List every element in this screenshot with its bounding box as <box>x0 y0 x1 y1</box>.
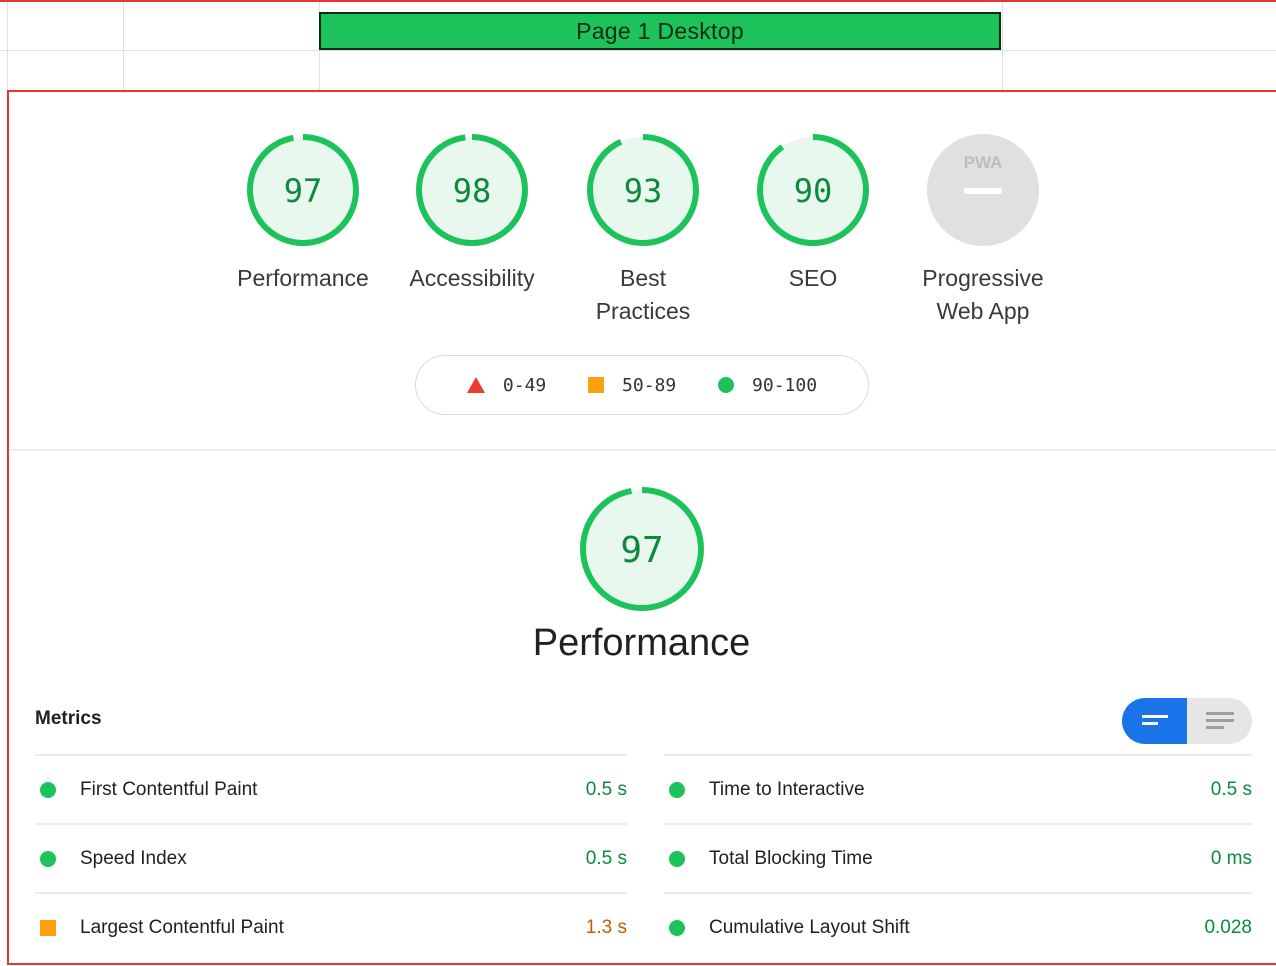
lines-icon <box>1205 712 1234 729</box>
lighthouse-report: 97 Performance 98 Accessibility 93 Best … <box>7 90 1276 965</box>
metric-row: Largest Contentful Paint 1.3 s <box>35 892 627 961</box>
metrics-view-toggle[interactable] <box>1122 698 1252 744</box>
metric-name: Largest Contentful Paint <box>80 916 284 938</box>
metric-value: 0 ms <box>1210 847 1252 869</box>
gauge-score: 90 <box>794 172 833 210</box>
gauge-score: 97 <box>284 172 323 210</box>
score-legend: 0-49 50-89 90-100 <box>415 355 869 415</box>
legend-item-average: 50-89 <box>588 375 676 396</box>
metric-value: 0.5 s <box>1210 778 1252 800</box>
metric-name: Time to Interactive <box>709 778 865 800</box>
circle-icon <box>669 781 685 798</box>
metric-value: 0.5 s <box>585 847 627 869</box>
metrics-column-right: Time to Interactive 0.5 s Total Blocking… <box>664 754 1252 961</box>
performance-score: 97 <box>620 530 663 571</box>
metric-name: Cumulative Layout Shift <box>709 916 910 938</box>
sheet-header-title: Page 1 Desktop <box>576 17 744 44</box>
performance-title: Performance <box>532 622 751 664</box>
circle-icon <box>669 850 685 867</box>
score-ring: 93 <box>587 134 699 246</box>
gauge-accessibility[interactable]: 98 Accessibility <box>392 132 552 295</box>
square-icon <box>588 377 605 393</box>
metric-name: Speed Index <box>80 847 187 869</box>
short-lines-icon <box>1141 715 1168 725</box>
circle-icon <box>40 850 56 867</box>
legend-range: 50-89 <box>622 374 677 396</box>
expanded-view-button[interactable] <box>1187 698 1252 744</box>
gauge-label: Performance <box>237 265 369 291</box>
grid-line <box>123 2 124 90</box>
grid-line <box>1002 2 1003 90</box>
grid-line <box>0 50 1276 51</box>
metric-row: Speed Index 0.5 s <box>35 823 627 892</box>
metric-row: First Contentful Paint 0.5 s <box>35 754 627 823</box>
gauge-label: Progressive Web App <box>922 265 1044 324</box>
score-ring: 90 <box>757 134 869 246</box>
pwa-badge-text: PWA <box>964 153 1003 172</box>
metric-value: 0.5 s <box>585 778 627 800</box>
circle-icon <box>40 781 56 798</box>
performance-gauge: 97 <box>577 484 707 619</box>
gauge-best-practices[interactable]: 93 Best Practices <box>563 132 723 328</box>
metric-name: First Contentful Paint <box>80 778 258 800</box>
metric-name: Total Blocking Time <box>709 847 873 869</box>
section-divider <box>9 449 1276 451</box>
metric-row: Cumulative Layout Shift 0.028 <box>664 892 1252 961</box>
legend-item-fail: 0-49 <box>466 374 547 396</box>
legend-item-pass: 90-100 <box>718 375 817 396</box>
legend-range: 0-49 <box>502 374 547 396</box>
gauge-seo[interactable]: 90 SEO <box>733 132 893 295</box>
gauge-label: Accessibility <box>409 265 535 291</box>
metric-value: 1.3 s <box>585 916 627 938</box>
metric-row: Time to Interactive 0.5 s <box>664 754 1252 823</box>
gauge-score: 93 <box>624 172 663 210</box>
legend-range: 90-100 <box>752 374 818 396</box>
metric-value: 0.028 <box>1204 916 1252 938</box>
circle-icon <box>718 377 735 393</box>
top-border <box>0 0 1276 2</box>
grid-line <box>7 2 8 90</box>
triangle-icon <box>466 377 485 393</box>
circle-icon <box>669 919 685 936</box>
score-ring: 98 <box>416 134 528 246</box>
sheet-header-cell[interactable]: Page 1 Desktop <box>319 12 1001 50</box>
spreadsheet-grid: Page 1 Desktop <box>0 0 1276 92</box>
gauge-score: 98 <box>453 172 492 210</box>
metrics-column-left: First Contentful Paint 0.5 s Speed Index… <box>35 754 627 961</box>
pwa-icon: PWA <box>927 134 1039 246</box>
metric-row: Total Blocking Time 0 ms <box>664 823 1252 892</box>
gauge-performance[interactable]: 97 Performance <box>223 132 383 295</box>
gauge-pwa[interactable]: PWA Progressive Web App <box>903 132 1063 328</box>
gauge-label: Best Practices <box>595 265 691 324</box>
metrics-title: Metrics <box>35 708 102 729</box>
compact-view-button[interactable] <box>1122 698 1187 744</box>
score-ring: 97 <box>580 487 704 611</box>
score-ring: 97 <box>247 134 359 246</box>
square-icon <box>40 919 56 936</box>
gauge-label: SEO <box>788 265 838 291</box>
